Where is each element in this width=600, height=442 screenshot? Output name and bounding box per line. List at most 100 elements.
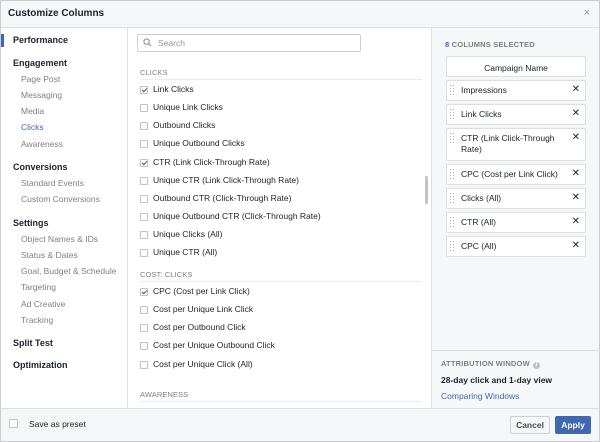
nav-item-page-post[interactable]: Page Post: [21, 74, 60, 84]
category-divider: [140, 79, 422, 80]
comparing-windows-link[interactable]: Comparing Windows: [441, 391, 519, 401]
nav-section-split-test[interactable]: Split Test: [13, 338, 53, 348]
remove-column-icon[interactable]: ✕: [572, 193, 580, 203]
option-checkbox[interactable]: [140, 158, 148, 167]
selected-column-item[interactable]: CTR (Link Click-Through Rate) ✕: [446, 128, 586, 161]
nav-section-settings[interactable]: Settings: [13, 218, 49, 228]
remove-column-icon[interactable]: ✕: [572, 217, 580, 227]
option-label: CPC (Cost per Link Click): [153, 286, 250, 296]
option-checkbox[interactable]: [140, 213, 148, 222]
column-name: Campaign Name: [484, 63, 548, 73]
column-name: Impressions: [461, 85, 507, 95]
option-checkbox[interactable]: [140, 194, 148, 203]
attribution-value: 28-day click and 1-day view: [441, 375, 552, 385]
attribution-title-label: ATTRIBUTION WINDOW: [441, 359, 530, 368]
option-checkbox[interactable]: [140, 176, 148, 185]
option-checkbox[interactable]: [140, 140, 148, 149]
option-label: Unique Clicks (All): [153, 229, 223, 240]
search-icon: [143, 38, 152, 47]
drag-handle-icon[interactable]: [450, 217, 455, 228]
scrollbar-thumb[interactable]: [425, 176, 428, 204]
remove-column-icon[interactable]: ✕: [572, 85, 580, 95]
option-label: Unique CTR (All): [153, 247, 218, 258]
option-checkbox[interactable]: [140, 324, 148, 333]
nav-item-goal-budget-schedule[interactable]: Goal, Budget & Schedule: [21, 266, 116, 276]
category-divider: [140, 401, 422, 402]
fixed-column-item: Campaign Name: [446, 56, 586, 77]
dialog-footer: Save as preset Cancel Apply: [1, 408, 599, 441]
option-checkbox[interactable]: [140, 360, 148, 369]
nav-item-targeting[interactable]: Targeting: [21, 282, 56, 292]
option-checkbox[interactable]: [140, 122, 148, 131]
drag-handle-icon[interactable]: [450, 169, 455, 180]
selected-columns-heading: 8 COLUMNS SELECTED: [445, 40, 535, 49]
remove-column-icon[interactable]: ✕: [572, 133, 580, 143]
column-name: CPC (Cost per Link Click): [461, 169, 558, 179]
search-input[interactable]: [158, 37, 348, 49]
drag-handle-icon[interactable]: [450, 109, 455, 120]
nav-item-object-names-ids[interactable]: Object Names & IDs: [21, 234, 98, 244]
option-label: Outbound CTR (Click-Through Rate): [153, 192, 292, 203]
drag-handle-icon[interactable]: [450, 193, 455, 204]
option-label: Unique Outbound Clicks: [153, 138, 245, 149]
option-checkbox[interactable]: [140, 342, 148, 351]
nav-item-standard-events[interactable]: Standard Events: [21, 178, 84, 188]
option-label: Cost per Unique Link Click: [153, 304, 254, 315]
customize-columns-dialog: Customize Columns × Performance Engagemen…: [0, 0, 600, 442]
column-options-panel: CLICKS Link Clicks Unique Link Clicks Outbo…: [129, 28, 431, 408]
category-divider: [140, 281, 422, 282]
option-label: Unique Outbound CTR (Click-Through Rate): [153, 211, 321, 222]
save-as-preset-label: Save as preset: [29, 419, 86, 429]
nav-item-status-dates[interactable]: Status & Dates: [21, 250, 78, 260]
category-header-cost-clicks: COST: CLICKS: [140, 270, 193, 279]
column-name: CPC (All): [461, 241, 497, 251]
nav-item-tracking[interactable]: Tracking: [21, 315, 53, 325]
category-header-clicks: CLICKS: [140, 68, 168, 77]
selected-column-item[interactable]: CPC (Cost per Link Click) ✕: [446, 164, 586, 185]
nav-item-messaging[interactable]: Messaging: [21, 90, 62, 100]
drag-handle-icon[interactable]: [450, 133, 455, 144]
category-header-awareness: AWARENESS: [140, 390, 189, 399]
remove-column-icon[interactable]: ✕: [572, 109, 580, 119]
selected-column-item[interactable]: Clicks (All) ✕: [446, 188, 586, 209]
nav-item-custom-conversions[interactable]: Custom Conversions: [21, 194, 100, 204]
search-box[interactable]: [137, 34, 361, 52]
remove-column-icon[interactable]: ✕: [572, 169, 580, 179]
close-icon[interactable]: ×: [584, 7, 590, 19]
info-icon[interactable]: i: [532, 362, 540, 369]
selected-column-item[interactable]: CTR (All) ✕: [446, 212, 586, 233]
nav-section-optimization[interactable]: Optimization: [13, 360, 68, 370]
nav-item-clicks[interactable]: Clicks: [21, 122, 44, 132]
column-name: CTR (Link Click-Through Rate): [461, 133, 555, 154]
divider: [432, 350, 600, 351]
selected-count: 8: [445, 40, 450, 49]
option-checkbox[interactable]: [140, 104, 148, 113]
option-checkbox[interactable]: [140, 86, 148, 94]
selected-column-item[interactable]: Link Clicks ✕: [446, 104, 586, 125]
option-checkbox[interactable]: [140, 231, 148, 240]
remove-column-icon[interactable]: ✕: [572, 241, 580, 251]
nav-section-engagement[interactable]: Engagement: [13, 58, 67, 68]
nav-item-media[interactable]: Media: [21, 106, 44, 116]
apply-button[interactable]: Apply: [555, 416, 591, 434]
attribution-title: ATTRIBUTION WINDOW i: [441, 359, 540, 369]
cancel-button[interactable]: Cancel: [510, 416, 550, 434]
option-checkbox[interactable]: [140, 306, 148, 315]
selected-column-item[interactable]: Impressions ✕: [446, 80, 586, 101]
option-label: Unique Link Clicks: [153, 102, 223, 113]
nav-item-ad-creative[interactable]: Ad Creative: [21, 299, 65, 309]
selected-columns-panel: 8 COLUMNS SELECTED ATTRIBUTION WINDOW i 2…: [431, 28, 600, 408]
nav-section-conversions[interactable]: Conversions: [13, 162, 68, 172]
drag-handle-icon[interactable]: [450, 85, 455, 96]
nav-section-performance[interactable]: Performance: [13, 35, 68, 45]
nav-item-awareness[interactable]: Awareness: [21, 139, 63, 149]
option-label: Cost per Unique Outbound Click: [153, 340, 275, 351]
option-checkbox[interactable]: [140, 249, 148, 258]
option-checkbox[interactable]: [140, 288, 148, 296]
save-as-preset-checkbox[interactable]: [9, 419, 18, 428]
option-label: Cost per Outbound Click: [153, 322, 246, 333]
drag-handle-icon[interactable]: [450, 241, 455, 252]
selected-column-item[interactable]: CPC (All) ✕: [446, 236, 586, 257]
column-name: Clicks (All): [461, 193, 502, 203]
column-name: Link Clicks: [461, 109, 502, 119]
